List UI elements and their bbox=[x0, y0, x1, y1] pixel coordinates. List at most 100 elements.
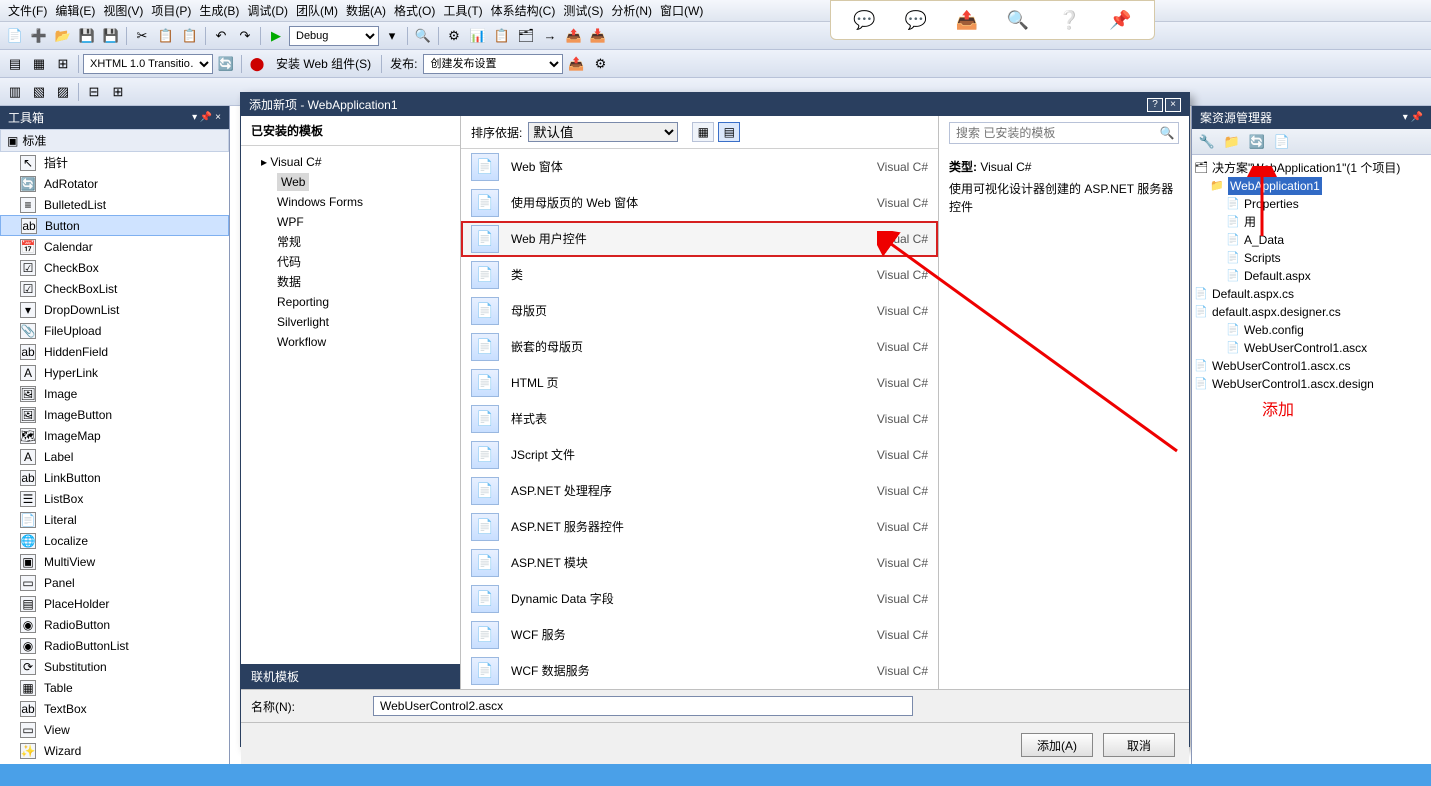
element-icon[interactable]: ⊞ bbox=[52, 53, 74, 75]
pin-icon[interactable]: 📌 bbox=[1107, 7, 1133, 33]
toolbox-item[interactable]: 🌐Localize bbox=[0, 530, 229, 551]
tree-node[interactable]: 📄Web.config bbox=[1194, 321, 1429, 339]
toolbox-item[interactable]: 📅Calendar bbox=[0, 236, 229, 257]
layout-icon[interactable]: ▨ bbox=[52, 81, 74, 103]
tree-node[interactable]: 📄Default.aspx.cs bbox=[1194, 285, 1429, 303]
sort-combo[interactable]: 默认值 bbox=[528, 122, 678, 142]
menu-item[interactable]: 工具(T) bbox=[439, 0, 486, 21]
toolbox-item[interactable]: 📄Literal bbox=[0, 509, 229, 530]
tree-node[interactable]: 📄WebUserControl1.ascx.cs bbox=[1194, 357, 1429, 375]
toolbox-item[interactable]: 🖼Image bbox=[0, 383, 229, 404]
layout-icon[interactable]: ⊞ bbox=[107, 81, 129, 103]
menu-item[interactable]: 生成(B) bbox=[195, 0, 243, 21]
toolbox-group-header[interactable]: ▣ 标准 bbox=[0, 129, 229, 152]
tree-node[interactable]: 📄Properties bbox=[1194, 195, 1429, 213]
menu-item[interactable]: 体系结构(C) bbox=[487, 0, 560, 21]
tree-node[interactable]: 📄A_Data bbox=[1194, 231, 1429, 249]
tree-node[interactable]: Reporting bbox=[249, 292, 452, 312]
misc-icon[interactable]: 📤 bbox=[563, 25, 585, 47]
template-item[interactable]: 📄WCF 数据服务Visual C# bbox=[461, 653, 938, 689]
doctype-combo[interactable]: XHTML 1.0 Transitio… bbox=[83, 54, 213, 74]
toolbox-item[interactable]: ▣MultiView bbox=[0, 551, 229, 572]
toolbox-item[interactable]: abButton bbox=[0, 215, 229, 236]
bubble-yellow-icon[interactable]: 💬 bbox=[852, 7, 878, 33]
refresh-icon[interactable]: 🔄 bbox=[1246, 131, 1268, 153]
help-icon[interactable]: ❔ bbox=[1056, 7, 1082, 33]
toolbox-item[interactable]: ≡BulletedList bbox=[0, 194, 229, 215]
add-item-icon[interactable]: ➕ bbox=[28, 25, 50, 47]
online-templates-section[interactable]: 联机模板 bbox=[241, 664, 460, 689]
template-item[interactable]: 📄类Visual C# bbox=[461, 257, 938, 293]
menu-item[interactable]: 调试(D) bbox=[243, 0, 292, 21]
toolbox-item[interactable]: abHiddenField bbox=[0, 341, 229, 362]
toolbox-item[interactable]: ◉RadioButton bbox=[0, 614, 229, 635]
export-icon[interactable]: 📤 bbox=[954, 7, 980, 33]
tree-node[interactable]: 📄WebUserControl1.ascx bbox=[1194, 339, 1429, 357]
template-item[interactable]: 📄使用母版页的 Web 窗体Visual C# bbox=[461, 185, 938, 221]
publish-icon[interactable]: 📤 bbox=[565, 53, 587, 75]
tree-node[interactable]: WPF bbox=[249, 212, 452, 232]
misc-icon[interactable]: 📊 bbox=[467, 25, 489, 47]
toolbox-item[interactable]: 🖼ImageButton bbox=[0, 404, 229, 425]
layout-icon[interactable]: ⊟ bbox=[83, 81, 105, 103]
close-button[interactable]: × bbox=[1165, 98, 1181, 112]
undo-icon[interactable]: ↶ bbox=[210, 25, 232, 47]
view-code-icon[interactable]: 📄 bbox=[1271, 131, 1293, 153]
toolbox-item[interactable]: 📎FileUpload bbox=[0, 320, 229, 341]
properties-icon[interactable]: 🔧 bbox=[1196, 131, 1218, 153]
toolbox-item[interactable]: 🔄AdRotator bbox=[0, 173, 229, 194]
publish-combo[interactable]: 创建发布设置 bbox=[423, 54, 563, 74]
redo-icon[interactable]: ↷ bbox=[234, 25, 256, 47]
tree-node[interactable]: 📄WebUserControl1.ascx.design bbox=[1194, 375, 1429, 393]
menu-item[interactable]: 测试(S) bbox=[559, 0, 607, 21]
name-input[interactable] bbox=[373, 696, 913, 716]
template-item[interactable]: 📄母版页Visual C# bbox=[461, 293, 938, 329]
tree-node[interactable]: 代码 bbox=[249, 252, 452, 272]
open-icon[interactable]: 📂 bbox=[52, 25, 74, 47]
tree-node[interactable]: ▸ Visual C# bbox=[249, 152, 452, 172]
toolbox-item[interactable]: ▭Panel bbox=[0, 572, 229, 593]
misc-icon[interactable]: ⚙ bbox=[443, 25, 465, 47]
misc-icon[interactable]: 📋 bbox=[491, 25, 513, 47]
cancel-button[interactable]: 取消 bbox=[1103, 733, 1175, 757]
menu-item[interactable]: 文件(F) bbox=[4, 0, 51, 21]
template-item[interactable]: 📄Web 窗体Visual C# bbox=[461, 149, 938, 185]
config-combo[interactable]: Debug bbox=[289, 26, 379, 46]
menu-item[interactable]: 窗口(W) bbox=[656, 0, 707, 21]
tree-node[interactable]: 数据 bbox=[249, 272, 452, 292]
find-icon[interactable]: 🔍 bbox=[412, 25, 434, 47]
toolbox-item[interactable]: ☰ListBox bbox=[0, 488, 229, 509]
project-node[interactable]: 📁WebApplication1 bbox=[1194, 177, 1429, 195]
toolbox-item[interactable]: ▭View bbox=[0, 719, 229, 740]
template-item[interactable]: 📄ASP.NET 模块Visual C# bbox=[461, 545, 938, 581]
misc-icon[interactable]: → bbox=[539, 25, 561, 47]
tree-node[interactable]: 📄Default.aspx bbox=[1194, 267, 1429, 285]
zoom-icon[interactable]: 🔍 bbox=[1005, 7, 1031, 33]
layout-icon[interactable]: ▧ bbox=[28, 81, 50, 103]
toolbox-item[interactable]: ALabel bbox=[0, 446, 229, 467]
bubble-orange-icon[interactable]: 💬 bbox=[903, 7, 929, 33]
new-project-icon[interactable]: 📄 bbox=[4, 25, 26, 47]
toolbox-item[interactable]: abLinkButton bbox=[0, 467, 229, 488]
cut-icon[interactable]: ✂ bbox=[131, 25, 153, 47]
save-icon[interactable]: 💾 bbox=[76, 25, 98, 47]
toolbox-item[interactable]: 🗺ImageMap bbox=[0, 425, 229, 446]
refresh-icon[interactable]: 🔄 bbox=[215, 53, 237, 75]
misc-icon[interactable]: 🗂 bbox=[515, 25, 537, 47]
tree-node[interactable]: 📄default.aspx.designer.cs bbox=[1194, 303, 1429, 321]
publish-settings-icon[interactable]: ⚙ bbox=[589, 53, 611, 75]
template-item[interactable]: 📄样式表Visual C# bbox=[461, 401, 938, 437]
view-medium-icon[interactable]: ▤ bbox=[718, 122, 740, 142]
add-button[interactable]: 添加(A) bbox=[1021, 733, 1093, 757]
solution-root[interactable]: 🗂决方案"WebApplication1"(1 个项目) bbox=[1194, 159, 1429, 177]
element-icon[interactable]: ▤ bbox=[4, 53, 26, 75]
search-icon[interactable]: 🔍 bbox=[1156, 123, 1178, 143]
help-button[interactable]: ? bbox=[1147, 98, 1163, 112]
tree-node[interactable]: Web bbox=[249, 172, 452, 192]
view-small-icon[interactable]: ▦ bbox=[692, 122, 714, 142]
misc-icon[interactable]: 📥 bbox=[587, 25, 609, 47]
pin-icon[interactable]: ▾ 📌 bbox=[1403, 112, 1423, 123]
dropdown-icon[interactable]: ▾ bbox=[381, 25, 403, 47]
search-input[interactable] bbox=[950, 123, 1156, 143]
menu-item[interactable]: 数据(A) bbox=[342, 0, 390, 21]
